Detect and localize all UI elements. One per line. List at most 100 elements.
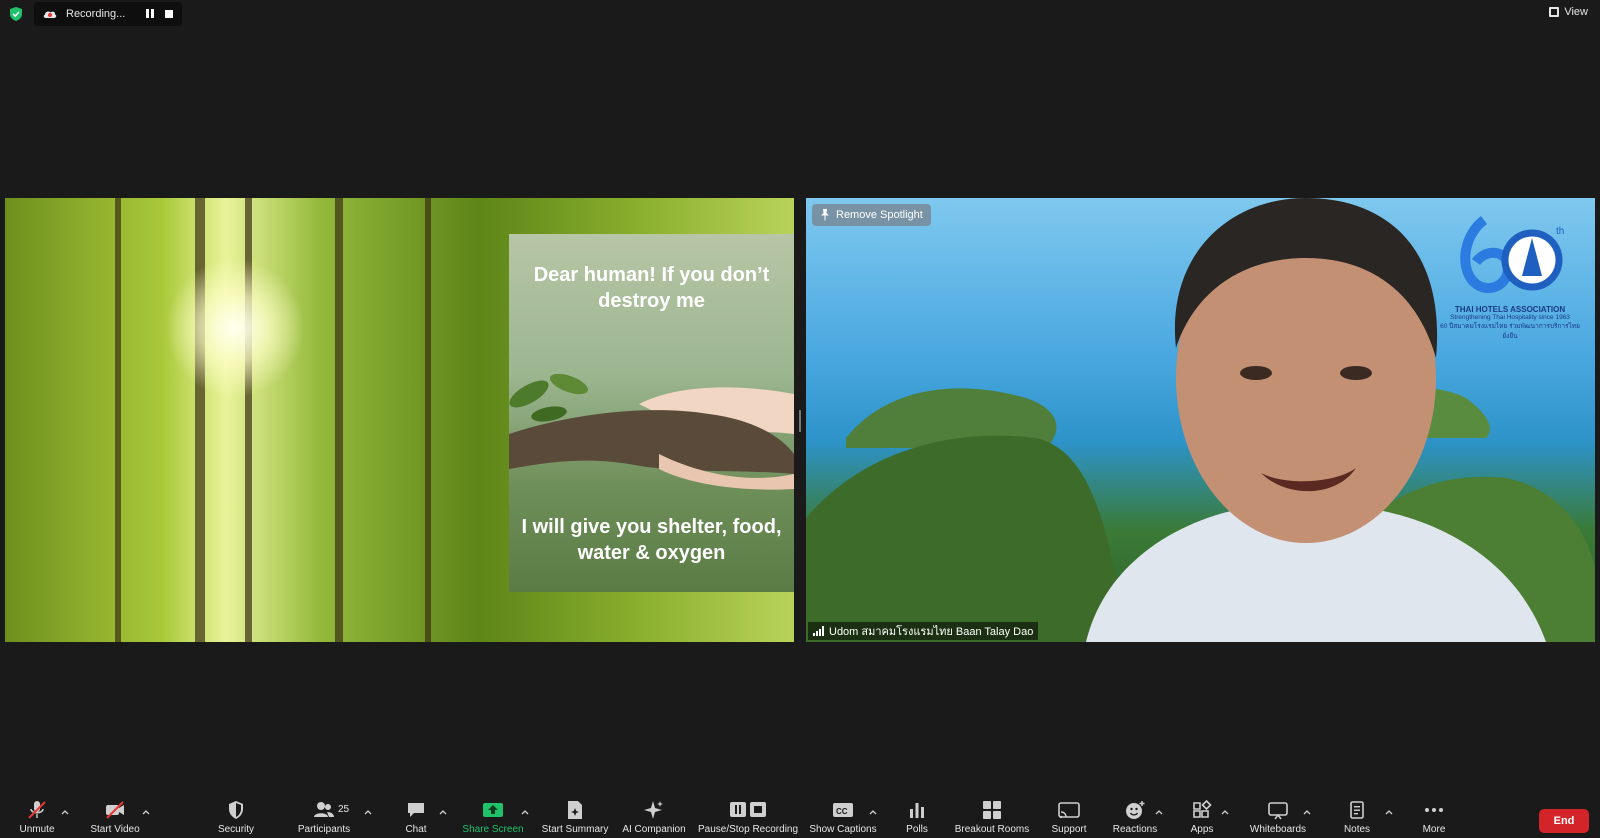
whiteboards-button[interactable]: Whiteboards	[1247, 796, 1309, 838]
reactions-label: Reactions	[1112, 824, 1158, 835]
shield-icon	[229, 801, 243, 819]
unmute-button[interactable]: Unmute	[15, 796, 59, 838]
ai-companion-label: AI Companion	[622, 824, 686, 835]
association-name: THAI HOTELS ASSOCIATION	[1454, 305, 1566, 314]
tree-trunk	[115, 198, 121, 642]
tree-trunk	[425, 198, 431, 642]
reactions-icon	[1126, 801, 1145, 819]
chevron-up-icon[interactable]	[1303, 808, 1311, 816]
more-label: More	[1422, 824, 1446, 835]
more-button[interactable]: More	[1420, 796, 1448, 838]
whiteboard-icon	[1268, 802, 1288, 820]
breakout-rooms-button[interactable]: Breakout Rooms	[954, 796, 1030, 838]
more-icon	[1425, 808, 1443, 812]
support-icon	[1058, 802, 1080, 819]
microphone-muted-icon	[28, 801, 46, 819]
association-tagline-thai: 60 ปีสมาคมโรงแรมไทย ร่วมพัฒนาการบริการไท…	[1440, 323, 1580, 340]
breakout-rooms-label: Breakout Rooms	[954, 824, 1030, 835]
ai-companion-button[interactable]: AI Companion	[620, 796, 688, 838]
association-tagline: Strengthening Thai Hospitality since 196…	[1450, 314, 1570, 321]
polls-button[interactable]: Polls	[904, 796, 930, 838]
chevron-up-icon[interactable]	[439, 808, 447, 816]
chevron-up-icon[interactable]	[61, 808, 69, 816]
chevron-up-icon[interactable]	[1221, 808, 1229, 816]
pin-icon	[821, 209, 829, 221]
support-button[interactable]: Support	[1050, 796, 1088, 838]
remove-spotlight-label: Remove Spotlight	[836, 209, 923, 221]
notes-label: Notes	[1343, 824, 1371, 835]
speaker-video-tile[interactable]: Remove Spotlight th THAI HOTELS ASSOCIAT…	[806, 198, 1595, 642]
sixty-anniversary-logo-icon: th	[1460, 216, 1564, 293]
security-label: Security	[217, 824, 255, 835]
remove-spotlight-button[interactable]: Remove Spotlight	[812, 204, 931, 226]
end-meeting-button[interactable]: End	[1539, 809, 1589, 833]
chat-icon	[408, 803, 424, 817]
captions-icon: CC	[833, 803, 853, 817]
pause-stop-recording-label: Pause/Stop Recording	[697, 824, 799, 835]
chat-button[interactable]: Chat	[402, 796, 430, 838]
view-icon	[1549, 7, 1560, 17]
environment-poster: Dear human! If you don’t destroy me I wi…	[509, 234, 794, 592]
tile-resize-handle[interactable]	[799, 410, 801, 432]
encryption-shield-icon[interactable]	[8, 6, 24, 22]
view-label: View	[1564, 6, 1588, 18]
participant-name: Udom สมาคมโรงแรมไทย Baan Talay Dao	[829, 626, 1034, 638]
handshake-tree-image	[509, 374, 794, 490]
recording-indicator: Recording...	[34, 2, 182, 26]
polls-label: Polls	[906, 824, 928, 835]
pause-recording-icon[interactable]	[145, 9, 155, 19]
apps-button[interactable]: Apps	[1188, 796, 1216, 838]
apps-icon	[1193, 800, 1212, 818]
svg-text:th: th	[1556, 226, 1564, 237]
polls-icon	[910, 803, 924, 818]
unmute-label: Unmute	[19, 824, 55, 835]
pause-stop-recording-button[interactable]: Pause/Stop Recording	[698, 796, 798, 838]
share-screen-button[interactable]: Share Screen	[462, 796, 524, 838]
start-video-button[interactable]: Start Video	[88, 796, 142, 838]
notes-button[interactable]: Notes	[1341, 796, 1373, 838]
start-video-label: Start Video	[90, 824, 140, 835]
chevron-up-icon[interactable]	[1155, 808, 1163, 816]
share-screen-label: Share Screen	[462, 824, 524, 835]
meeting-toolbar: Unmute Start Video Security Participants…	[0, 796, 1600, 838]
whiteboards-label: Whiteboards	[1249, 824, 1307, 835]
participants-count: 25	[338, 804, 350, 815]
chevron-up-icon[interactable]	[142, 808, 150, 816]
participants-button[interactable]: Participants	[296, 796, 352, 838]
chat-label: Chat	[405, 824, 427, 835]
start-summary-button[interactable]: Start Summary	[540, 796, 610, 838]
participant-name-tag: Udom สมาคมโรงแรมไทย Baan Talay Dao	[808, 622, 1039, 640]
tree-trunk	[335, 198, 343, 642]
apps-label: Apps	[1190, 824, 1214, 835]
connection-signal-icon	[813, 626, 824, 636]
chevron-up-icon[interactable]	[521, 808, 529, 816]
breakout-rooms-icon	[983, 801, 1001, 819]
show-captions-button[interactable]: CC Show Captions	[808, 796, 878, 838]
reactions-button[interactable]: Reactions	[1111, 796, 1159, 838]
cloud-recording-icon	[43, 11, 57, 18]
top-bar: Recording... View	[0, 0, 1600, 28]
svg-text:CC: CC	[836, 807, 848, 816]
thai-hotels-association-logo: th THAI HOTELS ASSOCIATION Strengthening…	[1435, 210, 1585, 341]
sunlight	[165, 258, 305, 398]
share-screen-icon	[483, 803, 503, 817]
summary-icon	[568, 801, 582, 819]
recording-label: Recording...	[66, 8, 126, 20]
participants-icon	[314, 802, 334, 817]
poster-subtext: I will give you shelter, food, water & o…	[521, 516, 782, 564]
security-button[interactable]: Security	[213, 796, 259, 838]
chevron-up-icon[interactable]	[364, 808, 372, 816]
pause-stop-icon	[730, 802, 766, 817]
show-captions-label: Show Captions	[809, 824, 877, 835]
start-summary-label: Start Summary	[541, 824, 609, 835]
chevron-up-icon[interactable]	[869, 808, 877, 816]
chevron-up-icon[interactable]	[1385, 808, 1393, 816]
view-button[interactable]: View	[1549, 6, 1588, 18]
poster-headline: Dear human! If you don’t destroy me	[533, 264, 770, 312]
stop-recording-icon[interactable]	[165, 10, 173, 18]
notes-icon	[1350, 801, 1364, 819]
video-off-icon	[106, 801, 124, 819]
sparkle-icon	[644, 801, 663, 819]
support-label: Support	[1051, 824, 1087, 835]
shared-video-tile[interactable]: Dear human! If you don’t destroy me I wi…	[5, 198, 794, 642]
